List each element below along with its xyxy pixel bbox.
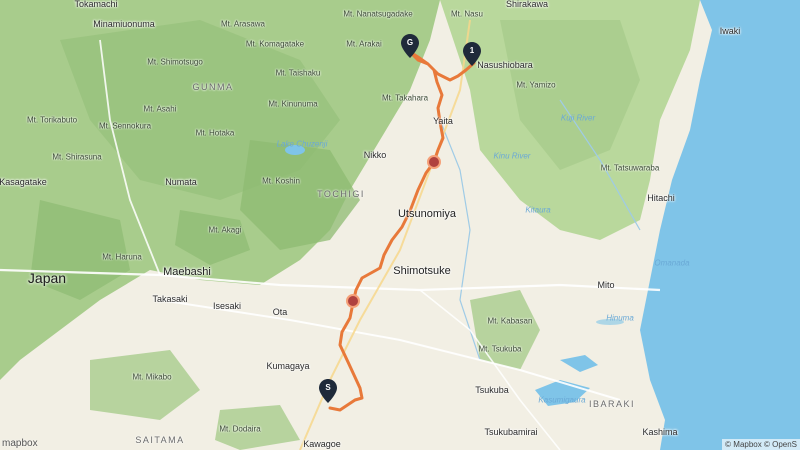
- city-label: Numata: [165, 177, 197, 187]
- peak-label: Mt. Kabasan: [487, 316, 533, 326]
- marker-label: G: [406, 38, 414, 47]
- city-label: Kawagoe: [303, 439, 341, 449]
- city-label: Takasaki: [152, 294, 188, 304]
- peak-label: Mt. Kinunuma: [268, 99, 318, 109]
- water-label: Hinuma: [606, 313, 634, 323]
- city-label: Nikko: [363, 150, 387, 160]
- peak-label: Mt. Koshin: [262, 176, 300, 186]
- map-attribution[interactable]: © Mapbox © OpenS: [722, 439, 800, 450]
- water-label: Lake Chuzenji: [276, 139, 328, 149]
- water-label: Omanada: [654, 258, 690, 268]
- water-label: Kuji River: [560, 113, 596, 123]
- city-label: Kasagatake: [0, 177, 47, 187]
- peak-label: Mt. Shimotsugo: [147, 57, 203, 67]
- peak-label: Mt. Torikabuto: [26, 115, 78, 125]
- marker-label: S: [325, 383, 331, 392]
- peak-label: Mt. Mikabo: [132, 372, 172, 382]
- stop-marker[interactable]: 1: [463, 42, 481, 66]
- region-label-gunma: GUNMA: [192, 82, 234, 92]
- city-label: Hitachi: [647, 193, 675, 203]
- goal-marker[interactable]: G: [401, 34, 419, 58]
- region-label-tochigi: TOCHIGI: [317, 189, 365, 199]
- marker-label: 1: [469, 46, 475, 55]
- peak-label: Mt. Akagi: [208, 225, 242, 235]
- city-label: Shirakawa: [505, 0, 549, 9]
- water-label: Kinu River: [493, 151, 531, 161]
- water-label: Kasumigaura: [538, 395, 586, 405]
- city-label: Kashima: [642, 427, 678, 437]
- city-label: Minamiuonuma: [93, 19, 155, 29]
- peak-label: Mt. Haruna: [102, 252, 142, 262]
- peak-label: Mt. Komagatake: [245, 39, 305, 49]
- mapbox-logo[interactable]: mapbox: [0, 437, 40, 450]
- city-label: Mito: [597, 280, 615, 290]
- city-label: Maebashi: [163, 266, 211, 278]
- route-waypoint-dot[interactable]: [427, 155, 441, 169]
- peak-label: Mt. Nanatsugadake: [343, 9, 413, 19]
- map-view[interactable]: Japan GUNMA TOCHIGI IBARAKI SAITAMA Toka…: [0, 0, 800, 450]
- city-label: Utsunomiya: [397, 208, 457, 220]
- peak-label: Mt. Nasu: [450, 9, 484, 19]
- region-label-ibaraki: IBARAKI: [588, 399, 636, 409]
- peak-label: Mt. Yamizo: [516, 80, 556, 90]
- peak-label: Mt. Tsukuba: [478, 344, 522, 354]
- city-label: Isesaki: [212, 301, 242, 311]
- peak-label: Mt. Arakai: [346, 39, 382, 49]
- city-label: Ota: [272, 307, 288, 317]
- peak-label: Mt. Hotaka: [195, 128, 235, 138]
- water-label: Kitaura: [525, 205, 551, 215]
- city-label: Shimotsuke: [393, 265, 451, 277]
- region-label-saitama: SAITAMA: [135, 435, 185, 445]
- peak-label: Mt. Sennokura: [98, 121, 152, 131]
- peak-label: Mt. Taishaku: [275, 68, 321, 78]
- peak-label: Mt. Tatsuwaraba: [600, 163, 660, 173]
- route-waypoint-dot[interactable]: [346, 294, 360, 308]
- city-label: Tsukubamirai: [484, 427, 538, 437]
- city-label: Tokamachi: [74, 0, 118, 9]
- city-label: Kumagaya: [266, 361, 310, 371]
- peak-label: Mt. Shirasuna: [52, 152, 102, 162]
- city-label: Yaita: [433, 116, 453, 126]
- map-base-layer: [0, 0, 800, 450]
- peak-label: Mt. Arasawa: [220, 19, 266, 29]
- city-label: Tsukuba: [475, 385, 509, 395]
- peak-label: Mt. Asahi: [143, 104, 177, 114]
- city-label: Iwaki: [719, 26, 741, 36]
- peak-label: Mt. Takahara: [381, 93, 429, 103]
- country-label: Japan: [27, 270, 67, 286]
- start-marker[interactable]: S: [319, 379, 337, 403]
- peak-label: Mt. Dodaira: [219, 424, 261, 434]
- city-label: Nasushiobara: [477, 60, 533, 70]
